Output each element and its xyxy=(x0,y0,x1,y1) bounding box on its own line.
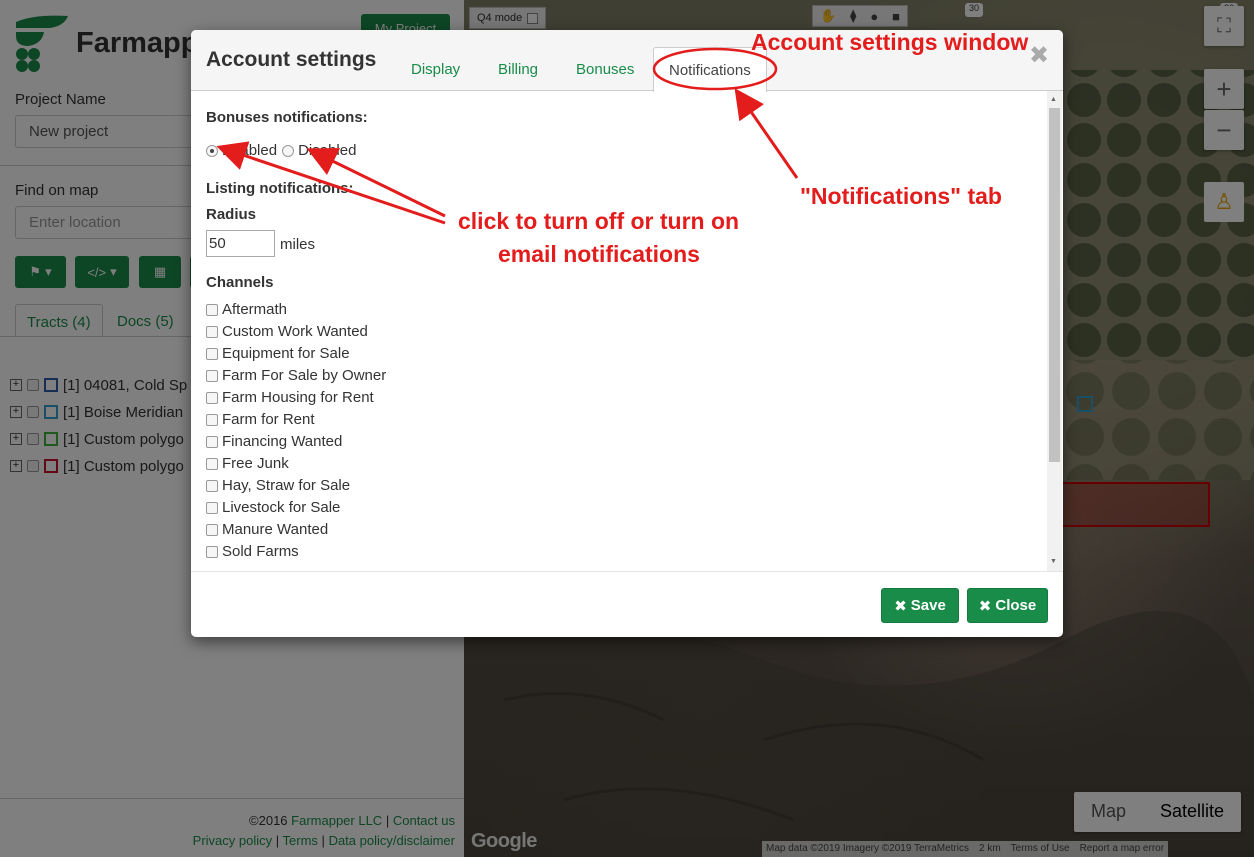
channel-item[interactable]: Sold Farms xyxy=(206,543,299,560)
channel-label: Sold Farms xyxy=(222,543,299,560)
close-x-icon: ✖ xyxy=(894,597,907,615)
modal-footer: ✖ Save ✖ Close xyxy=(191,571,1063,637)
channel-checkbox[interactable] xyxy=(206,369,218,382)
channels-heading: Channels xyxy=(206,274,274,291)
channel-item[interactable]: Farm for Rent xyxy=(206,411,315,428)
scroll-down-icon[interactable]: ▼ xyxy=(1050,558,1057,565)
channel-label: Aftermath xyxy=(222,301,288,318)
channel-label: Livestock for Sale xyxy=(222,499,341,516)
tab-notifications[interactable]: Notifications xyxy=(653,47,767,92)
channel-checkbox[interactable] xyxy=(206,303,218,316)
channel-label: Farm For Sale by Owner xyxy=(222,367,387,384)
channel-label: Hay, Straw for Sale xyxy=(222,477,351,494)
channel-label: Farm Housing for Rent xyxy=(222,389,374,406)
channel-checkbox[interactable] xyxy=(206,501,218,514)
tab-bonuses[interactable]: Bonuses xyxy=(576,61,634,78)
close-x-icon: ✖ xyxy=(978,597,992,615)
modal-scrollbar[interactable]: ▲ ▼ xyxy=(1047,91,1062,571)
channel-item[interactable]: Custom Work Wanted xyxy=(206,323,368,340)
channel-checkbox[interactable] xyxy=(206,479,218,492)
notifications-panel: Bonuses notifications: Enabled Disabled … xyxy=(191,91,1047,571)
close-icon[interactable]: ✖ xyxy=(1029,41,1049,70)
annotation-notifications-tab: "Notifications" tab xyxy=(800,183,1002,209)
save-button[interactable]: ✖ Save xyxy=(881,588,959,623)
channel-checkbox[interactable] xyxy=(206,457,218,470)
radius-label: Radius xyxy=(206,206,257,223)
bonuses-notifications-heading: Bonuses notifications: xyxy=(206,109,368,126)
channel-label: Farm for Rent xyxy=(222,411,315,428)
account-settings-modal: Account settings Display Billing Bonuses… xyxy=(191,30,1063,637)
miles-label: miles xyxy=(280,236,316,253)
channel-checkbox[interactable] xyxy=(206,325,218,338)
channel-checkbox[interactable] xyxy=(206,413,218,426)
tab-billing[interactable]: Billing xyxy=(498,61,538,78)
disabled-radio[interactable] xyxy=(282,144,295,157)
channel-item[interactable]: Equipment for Sale xyxy=(206,345,350,362)
channel-label: Manure Wanted xyxy=(222,521,329,538)
channel-checkbox[interactable] xyxy=(206,347,218,360)
enabled-radio[interactable] xyxy=(206,144,218,157)
channel-item[interactable]: Farm For Sale by Owner xyxy=(206,367,386,384)
tab-display[interactable]: Display xyxy=(411,61,460,78)
enabled-label[interactable]: Enabled xyxy=(222,142,277,159)
channel-checkbox[interactable] xyxy=(206,523,218,536)
bonuses-radio-group: Enabled Disabled xyxy=(206,142,356,159)
close-button[interactable]: ✖ Close xyxy=(967,588,1048,623)
channel-item[interactable]: Livestock for Sale xyxy=(206,499,340,516)
channel-label: Free Junk xyxy=(222,455,289,472)
channel-label: Custom Work Wanted xyxy=(222,323,368,340)
channel-checkbox[interactable] xyxy=(206,435,218,448)
save-label: Save xyxy=(910,597,946,614)
channel-label: Financing Wanted xyxy=(222,433,343,450)
channel-checkbox[interactable] xyxy=(206,391,218,404)
channel-item[interactable]: Free Junk xyxy=(206,455,289,472)
channel-item[interactable]: Farm Housing for Rent xyxy=(206,389,374,406)
scroll-thumb[interactable] xyxy=(1049,108,1060,462)
disabled-label[interactable]: Disabled xyxy=(298,142,356,159)
channel-item[interactable]: Aftermath xyxy=(206,301,287,318)
annotation-window: Account settings window xyxy=(751,29,1029,55)
channel-label: Equipment for Sale xyxy=(222,345,350,362)
channel-checkbox[interactable] xyxy=(206,545,218,558)
radius-input[interactable]: 50 xyxy=(206,230,275,257)
modal-title: Account settings xyxy=(206,48,377,71)
close-label: Close xyxy=(995,597,1037,614)
channel-item[interactable]: Manure Wanted xyxy=(206,521,328,538)
annotation-click-line1: click to turn off or turn on xyxy=(458,208,740,234)
listing-notifications-heading: Listing notifications: xyxy=(206,180,354,197)
channel-item[interactable]: Financing Wanted xyxy=(206,433,342,450)
scroll-up-icon[interactable]: ▲ xyxy=(1050,96,1057,103)
channel-item[interactable]: Hay, Straw for Sale xyxy=(206,477,350,494)
annotation-click-line2: email notifications xyxy=(498,241,700,267)
